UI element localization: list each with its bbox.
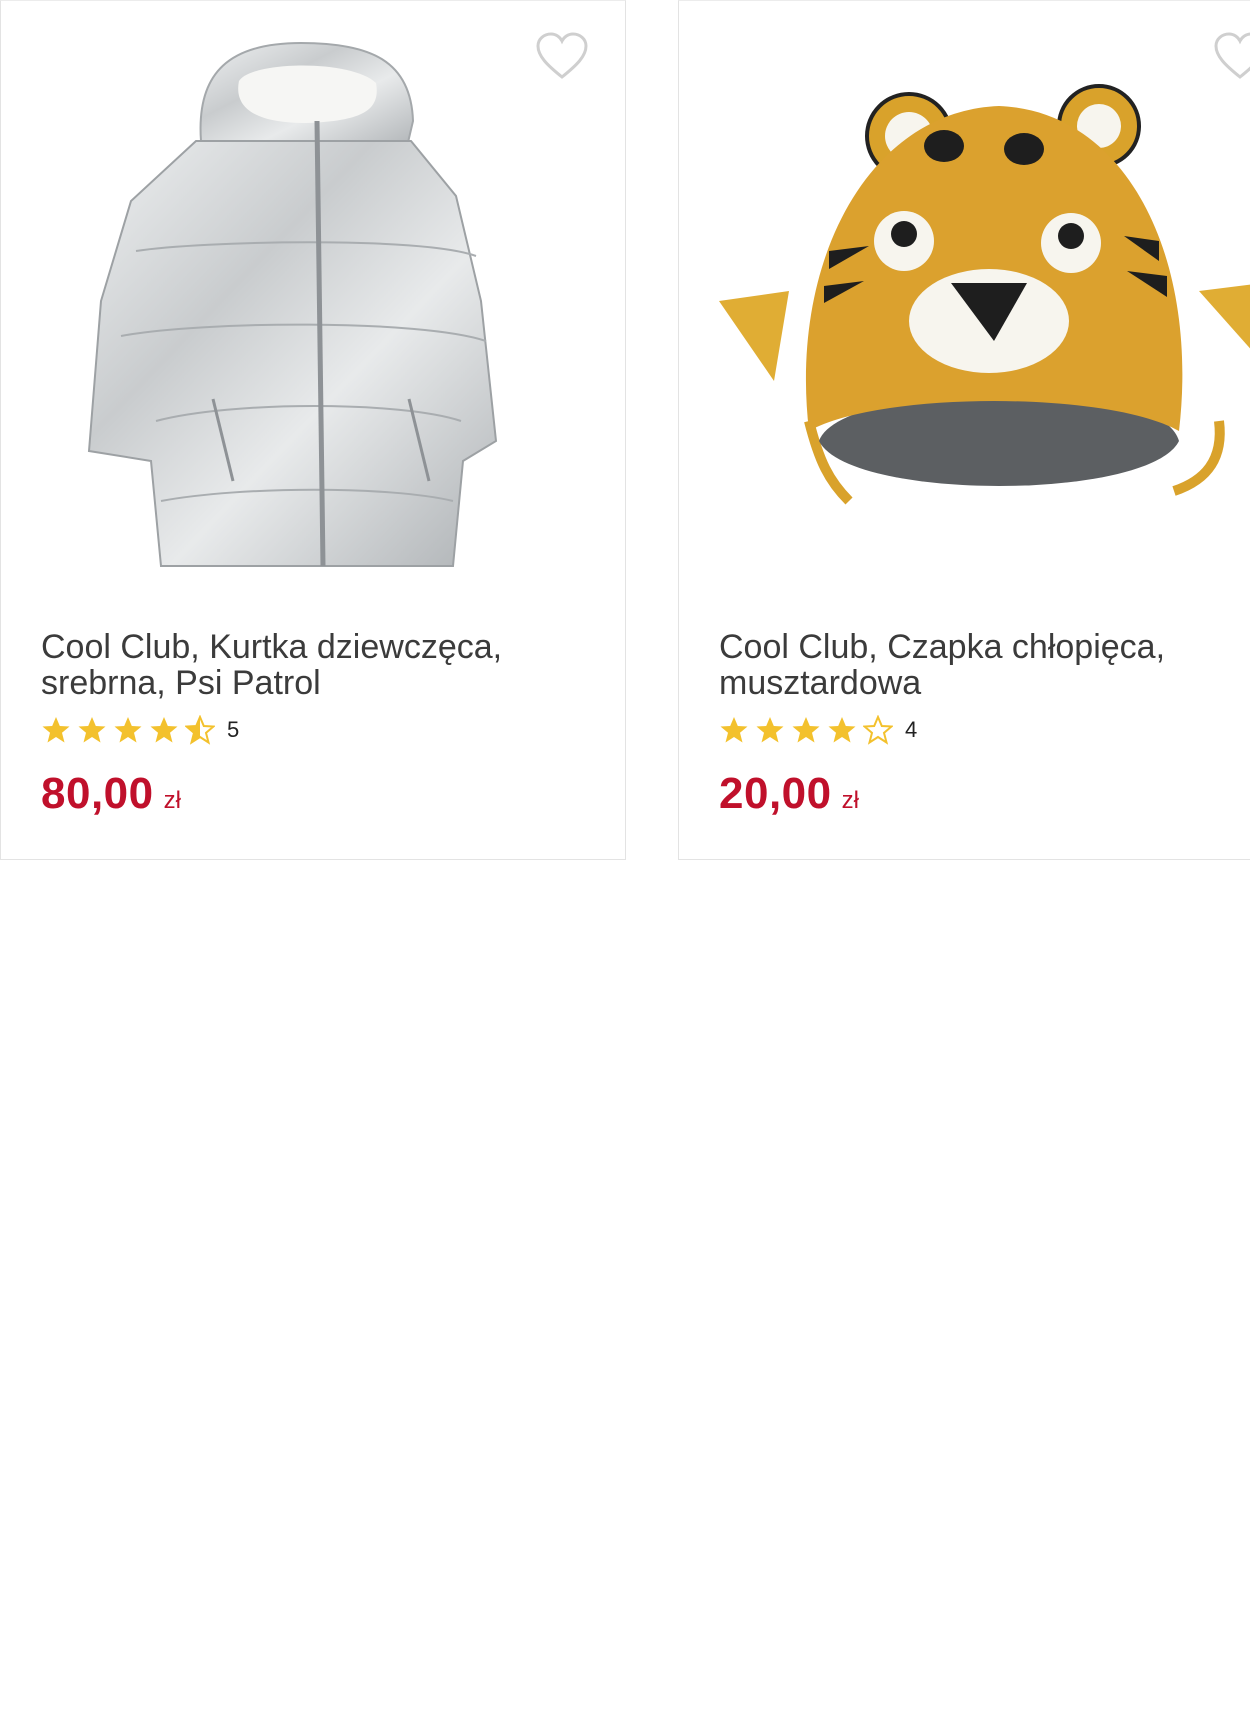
star-full-icon <box>720 717 748 743</box>
rating-stars: 4 <box>719 713 917 747</box>
rating-count: 5 <box>227 717 240 742</box>
star-empty-icon <box>863 715 893 745</box>
price-currency: zł <box>163 787 181 814</box>
star-full-icon <box>792 717 820 743</box>
star-full-icon <box>756 717 784 743</box>
product-image-tiger-hat[interactable] <box>679 1 1250 601</box>
heart-outline-icon[interactable] <box>535 31 589 81</box>
star-full-icon <box>828 717 856 743</box>
price-amount: 80,00 <box>41 769 154 818</box>
star-half-icon <box>185 715 215 745</box>
product-price: 20,00 zł <box>719 769 859 819</box>
star-full-icon <box>150 717 178 743</box>
product-card[interactable]: Cool Club, Czapka chłopięca, musztardowa… <box>678 0 1250 860</box>
price-currency: zł <box>841 787 859 814</box>
product-image-silver-jacket[interactable] <box>1 1 625 601</box>
price-amount: 20,00 <box>719 769 832 818</box>
heart-outline-icon[interactable] <box>1213 31 1250 81</box>
product-price: 80,00 zł <box>41 769 181 819</box>
star-full-icon <box>114 717 142 743</box>
star-full-icon <box>78 717 106 743</box>
product-title[interactable]: Cool Club, Czapka chłopięca, musztardowa <box>719 629 1250 701</box>
star-full-icon <box>42 717 70 743</box>
product-card[interactable]: Cool Club, Kurtka dziewczęca, srebrna, P… <box>0 0 626 860</box>
rating-stars: 5 <box>41 713 239 747</box>
rating-count: 4 <box>905 717 918 742</box>
product-title[interactable]: Cool Club, Kurtka dziewczęca, srebrna, P… <box>41 629 601 701</box>
